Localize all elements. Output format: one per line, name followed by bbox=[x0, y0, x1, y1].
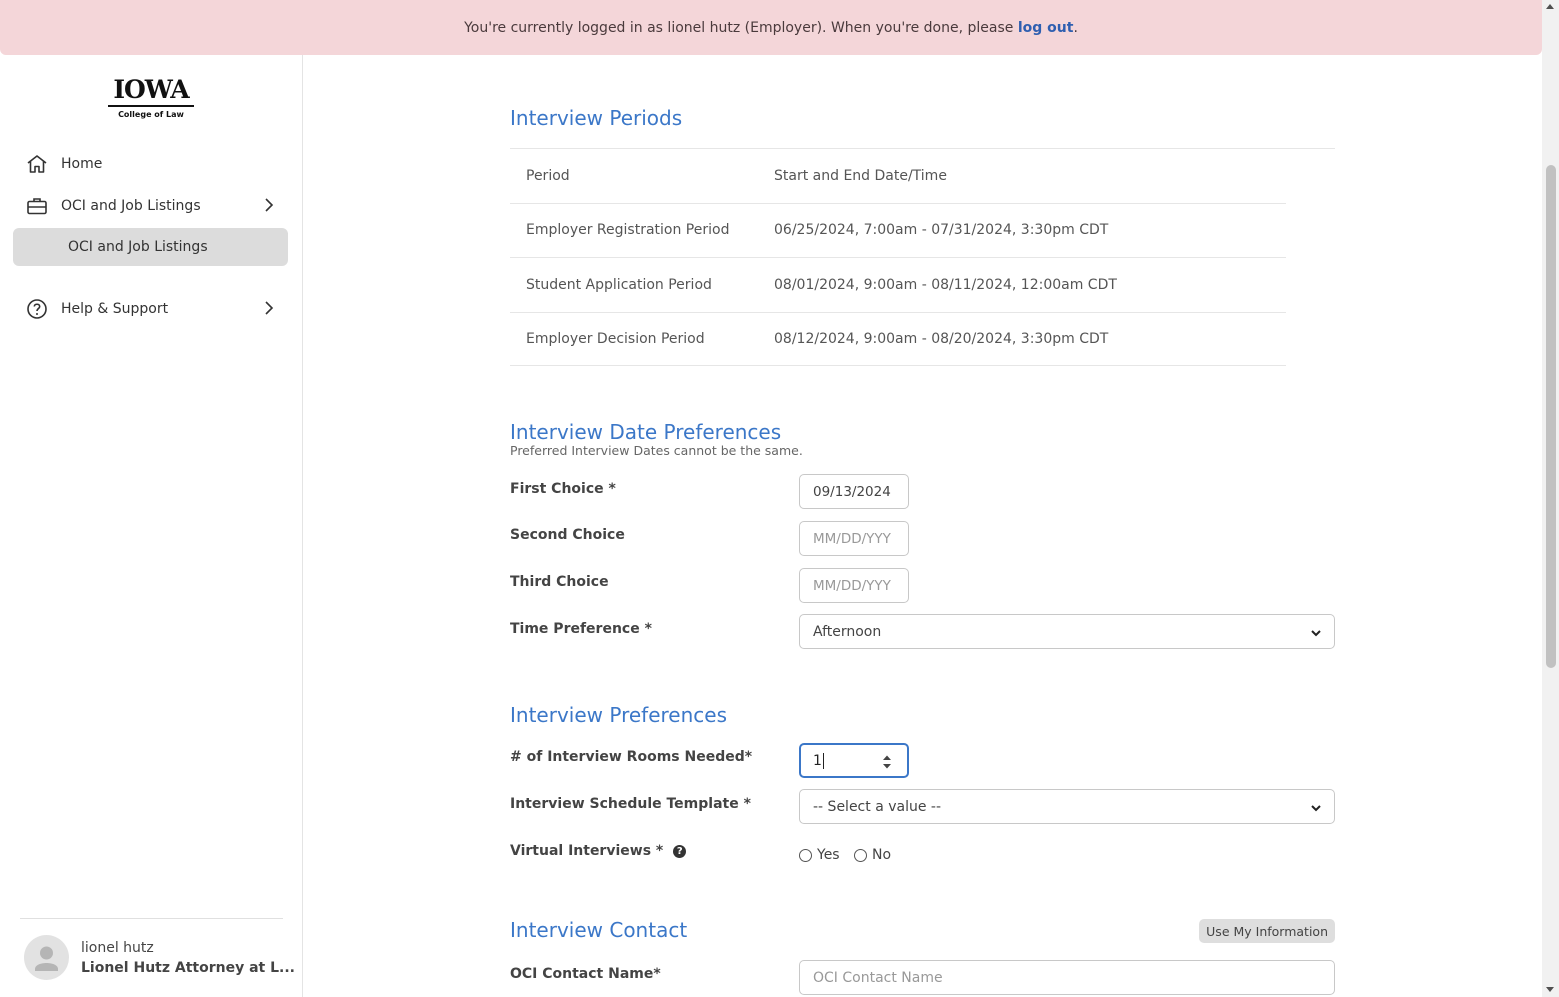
period-name: Employer Registration Period bbox=[526, 222, 730, 239]
second-choice-label: Second Choice bbox=[510, 527, 625, 543]
period-dates: 06/25/2024, 7:00am - 07/31/2024, 3:30pm … bbox=[774, 222, 1109, 239]
avatar bbox=[24, 935, 69, 980]
virtual-yes-radio[interactable]: Yes bbox=[799, 847, 840, 863]
interview-contact-title: Interview Contact bbox=[510, 918, 688, 942]
radio-circle bbox=[799, 848, 812, 862]
radio-circle bbox=[854, 848, 867, 862]
first-choice-label: First Choice * bbox=[510, 481, 616, 497]
table-row: Employer Decision Period 08/12/2024, 9:0… bbox=[510, 311, 1286, 366]
user-organization: Lionel Hutz Attorney at L... bbox=[81, 959, 295, 976]
schedule-template-value: -- Select a value -- bbox=[813, 798, 942, 815]
virtual-interviews-text: Virtual Interviews * bbox=[510, 843, 664, 859]
sidebar-item-oci[interactable]: OCI and Job Listings bbox=[13, 187, 288, 225]
sidebar-item-label: OCI and Job Listings bbox=[61, 198, 201, 214]
contact-name-label: OCI Contact Name* bbox=[510, 966, 661, 982]
question-circle-icon bbox=[13, 298, 61, 320]
scroll-up-arrow-icon[interactable] bbox=[1546, 4, 1554, 9]
table-row: Employer Registration Period 06/25/2024,… bbox=[510, 202, 1286, 258]
radio-label: Yes bbox=[817, 847, 840, 863]
column-header: Start and End Date/Time bbox=[774, 167, 947, 184]
chevron-down-icon bbox=[1310, 626, 1322, 642]
interview-preferences-title: Interview Preferences bbox=[510, 703, 727, 727]
rooms-needed-value: 1 bbox=[813, 752, 822, 769]
column-header: Period bbox=[526, 167, 570, 184]
table-row: Student Application Period 08/01/2024, 9… bbox=[510, 257, 1286, 312]
text-cursor bbox=[822, 752, 824, 769]
sidebar-item-label: Home bbox=[61, 156, 103, 172]
table-header-row: Period Start and End Date/Time bbox=[510, 148, 1335, 203]
sidebar-item-home[interactable]: Home bbox=[13, 145, 288, 183]
page-scrollbar[interactable] bbox=[1542, 0, 1559, 997]
sidebar-subitem-label: OCI and Job Listings bbox=[68, 239, 208, 255]
period-dates: 08/12/2024, 9:00am - 08/20/2024, 3:30pm … bbox=[774, 330, 1109, 347]
scrollbar-thumb[interactable] bbox=[1546, 165, 1556, 668]
user-name: lionel hutz bbox=[81, 939, 154, 956]
schedule-template-label: Interview Schedule Template * bbox=[510, 796, 751, 812]
sidebar-item-help[interactable]: Help & Support bbox=[13, 290, 288, 328]
home-icon bbox=[13, 154, 61, 174]
time-preference-value: Afternoon bbox=[813, 623, 882, 640]
schedule-template-select[interactable]: -- Select a value -- bbox=[799, 789, 1335, 824]
sidebar-subitem-oci-listings[interactable]: OCI and Job Listings bbox=[13, 228, 288, 266]
chevron-right-icon bbox=[264, 198, 274, 216]
banner-suffix: . bbox=[1073, 19, 1078, 36]
sidebar-divider bbox=[20, 918, 283, 919]
sidebar-item-label: Help & Support bbox=[61, 301, 169, 317]
iowa-law-logo[interactable]: IOWA College of Law bbox=[108, 77, 194, 119]
scroll-down-arrow-icon[interactable] bbox=[1546, 987, 1554, 992]
logo-word: IOWA bbox=[108, 77, 194, 107]
second-choice-date-input[interactable]: MM/DD/YYY bbox=[799, 521, 909, 556]
time-preference-label: Time Preference * bbox=[510, 621, 652, 637]
chevron-right-icon bbox=[264, 301, 274, 319]
first-choice-date-input[interactable]: 09/13/2024 bbox=[799, 474, 909, 509]
interview-periods-title: Interview Periods bbox=[510, 106, 683, 130]
third-choice-date-input[interactable]: MM/DD/YYY bbox=[799, 568, 909, 603]
login-banner: You're currently logged in as lionel hut… bbox=[0, 0, 1542, 55]
rooms-needed-label: # of Interview Rooms Needed* bbox=[510, 749, 753, 765]
date-preferences-title: Interview Date Preferences bbox=[510, 420, 782, 444]
banner-text: You're currently logged in as lionel hut… bbox=[464, 19, 1014, 36]
rooms-needed-input[interactable]: 1 bbox=[799, 743, 909, 778]
virtual-interviews-label: Virtual Interviews *? bbox=[510, 843, 687, 859]
virtual-no-radio[interactable]: No bbox=[854, 847, 891, 863]
sidebar: IOWA College of Law Home OCI and Job Lis… bbox=[0, 55, 303, 997]
use-my-information-button[interactable]: Use My Information bbox=[1199, 919, 1335, 943]
date-preferences-note: Preferred Interview Dates cannot be the … bbox=[510, 443, 803, 458]
briefcase-icon bbox=[13, 197, 61, 215]
period-dates: 08/01/2024, 9:00am - 08/11/2024, 12:00am… bbox=[774, 276, 1117, 293]
logo-subtitle: College of Law bbox=[118, 110, 184, 119]
interview-periods-table: Period Start and End Date/Time Employer … bbox=[510, 148, 1335, 366]
user-profile[interactable]: lionel hutz Lionel Hutz Attorney at L... bbox=[24, 935, 295, 980]
contact-name-input[interactable]: OCI Contact Name bbox=[799, 960, 1335, 995]
chevron-down-icon bbox=[1310, 801, 1322, 817]
help-icon[interactable]: ? bbox=[673, 845, 687, 858]
time-preference-select[interactable]: Afternoon bbox=[799, 614, 1335, 649]
logout-link[interactable]: log out bbox=[1018, 20, 1074, 36]
number-spinner-icon[interactable] bbox=[882, 754, 892, 770]
radio-label: No bbox=[872, 847, 892, 863]
period-name: Employer Decision Period bbox=[526, 330, 705, 347]
third-choice-label: Third Choice bbox=[510, 574, 609, 590]
period-name: Student Application Period bbox=[526, 276, 712, 293]
